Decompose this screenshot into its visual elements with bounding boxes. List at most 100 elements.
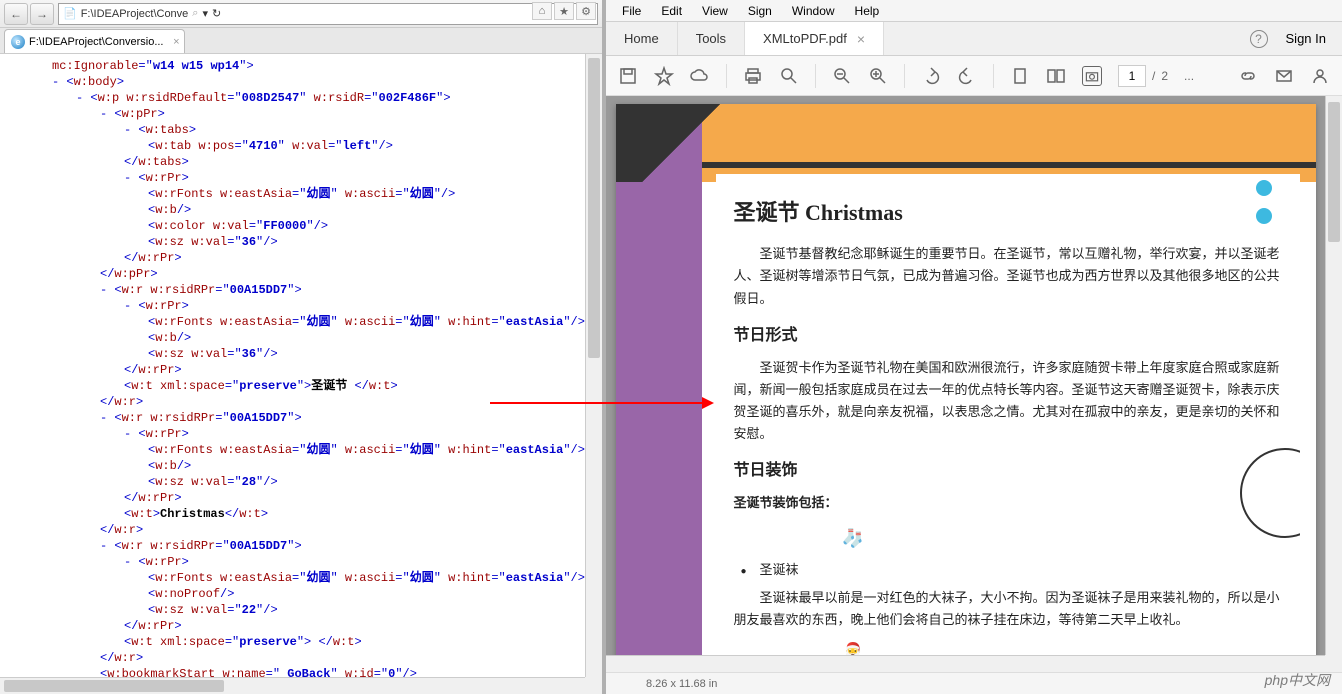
xml-line: - <w:r w:rsidRPr="00A15DD7"> <box>8 538 602 554</box>
star-icon[interactable]: ★ <box>554 2 574 20</box>
camera-icon[interactable] <box>1082 66 1102 86</box>
menu-bar: File Edit View Sign Window Help <box>606 0 1342 22</box>
xml-line: <w:b/> <box>8 458 602 474</box>
cloud-icon[interactable] <box>690 66 710 86</box>
xml-line: <w:sz w:val="36"/> <box>8 346 602 362</box>
back-button[interactable]: ← <box>4 3 28 25</box>
browser-tab[interactable]: e F:\IDEAProject\Conversio... × <box>4 29 185 53</box>
refresh-icon[interactable]: ↻ <box>212 7 221 20</box>
menu-view[interactable]: View <box>694 2 736 20</box>
save-icon[interactable] <box>618 66 638 86</box>
menu-edit[interactable]: Edit <box>653 2 690 20</box>
xml-line: <w:rFonts w:eastAsia="幼圆" w:ascii="幼圆"/> <box>8 186 602 202</box>
menu-window[interactable]: Window <box>784 2 843 20</box>
doc-p1: 圣诞节基督教纪念耶稣诞生的重要节日。在圣诞节，常以互赠礼物，举行欢宴，并以圣诞老… <box>734 243 1282 309</box>
address-bar[interactable]: 📄 F:\IDEAProject\Conve ⌕ ▾ ↻ <box>58 3 598 25</box>
xml-line: <w:tab w:pos="4710" w:val="left"/> <box>8 138 602 154</box>
help-icon[interactable]: ? <box>1250 30 1268 48</box>
xml-line: - <w:rPr> <box>8 170 602 186</box>
xml-line: - <w:body> <box>8 74 602 90</box>
doc-p3: 圣诞袜最早以前是一对红色的大袜子，大小不拘。因为圣诞袜子是用来装礼物的，所以是小… <box>734 587 1282 631</box>
toolbar: / 2 ... <box>606 56 1342 96</box>
addr-divider: ▾ <box>202 7 208 20</box>
gear-icon[interactable]: ⚙ <box>576 2 596 20</box>
scrollbar-thumb[interactable] <box>1328 102 1340 242</box>
tab-tools[interactable]: Tools <box>678 22 745 55</box>
doc-h2b: 节日装饰 <box>734 457 1282 484</box>
xml-line: - <w:rPr> <box>8 554 602 570</box>
xml-line: </w:pPr> <box>8 266 602 282</box>
xml-line: </w:r> <box>8 522 602 538</box>
horizontal-scrollbar[interactable] <box>606 655 1325 672</box>
scrollbar-thumb[interactable] <box>588 58 600 358</box>
xml-line: - <w:tabs> <box>8 122 602 138</box>
xml-line: <w:sz w:val="36"/> <box>8 234 602 250</box>
ie-icon: e <box>11 35 25 49</box>
doc-tab-title: XMLtoPDF.pdf <box>763 31 847 46</box>
forward-button[interactable]: → <box>30 3 54 25</box>
print-icon[interactable] <box>743 66 763 86</box>
xml-line: <w:sz w:val="22"/> <box>8 602 602 618</box>
back-arrow-icon: ← <box>10 7 22 21</box>
sign-in-button[interactable]: Sign In <box>1286 31 1326 46</box>
xml-line: </w:rPr> <box>8 362 602 378</box>
xml-line: <w:rFonts w:eastAsia="幼圆" w:ascii="幼圆" w… <box>8 570 602 586</box>
vertical-scrollbar[interactable] <box>1325 96 1342 655</box>
xml-line: <w:t xml:space="preserve">圣诞节 </w:t> <box>8 378 602 394</box>
page-size: 8.26 x 11.68 in <box>646 678 717 690</box>
annotation-arrow <box>490 402 710 404</box>
star-icon[interactable] <box>654 66 674 86</box>
pdf-page: 圣诞节 Christmas 圣诞节基督教纪念耶稣诞生的重要节日。在圣诞节，常以互… <box>616 104 1316 655</box>
menu-file[interactable]: File <box>614 2 649 20</box>
search-icon[interactable] <box>779 66 799 86</box>
tab-home[interactable]: Home <box>606 22 678 55</box>
xml-line: </w:r> <box>8 650 602 666</box>
zoom-in-icon[interactable] <box>868 66 888 86</box>
xml-line: - <w:p w:rsidRDefault="008D2547" w:rsidR… <box>8 90 602 106</box>
view-dual-icon[interactable] <box>1046 66 1066 86</box>
vertical-scrollbar[interactable] <box>585 54 602 677</box>
page-input[interactable] <box>1118 65 1146 87</box>
xml-line: <w:color w:val="FF0000"/> <box>8 218 602 234</box>
link-icon[interactable] <box>1238 66 1258 86</box>
xml-line: <w:t xml:space="preserve"> </w:t> <box>8 634 602 650</box>
tab-close-icon[interactable]: × <box>173 36 179 48</box>
view-single-icon[interactable] <box>1010 66 1030 86</box>
mail-icon[interactable] <box>1274 66 1294 86</box>
zoom-menu[interactable]: ... <box>1184 69 1194 83</box>
xml-line: - <w:rPr> <box>8 298 602 314</box>
redo-icon[interactable] <box>957 66 977 86</box>
undo-icon[interactable] <box>921 66 941 86</box>
tab-title: F:\IDEAProject\Conversio... <box>29 36 164 48</box>
xml-line: </w:rPr> <box>8 250 602 266</box>
xml-line: <w:noProof/> <box>8 586 602 602</box>
close-icon[interactable]: × <box>857 31 865 47</box>
menu-sign[interactable]: Sign <box>740 2 780 20</box>
address-text: F:\IDEAProject\Conve <box>81 8 189 20</box>
xml-line: <w:b/> <box>8 202 602 218</box>
xml-line: <w:b/> <box>8 330 602 346</box>
zoom-out-icon[interactable] <box>832 66 852 86</box>
scroll-corner <box>585 677 602 694</box>
xml-line: </w:rPr> <box>8 490 602 506</box>
xml-line: mc:Ignorable="w14 w15 wp14"> <box>8 58 602 74</box>
page-sep: / <box>1152 69 1155 83</box>
tab-document[interactable]: XMLtoPDF.pdf × <box>745 22 884 55</box>
forward-arrow-icon: → <box>36 7 48 21</box>
horizontal-scrollbar[interactable] <box>0 677 585 694</box>
xml-line: <w:rFonts w:eastAsia="幼圆" w:ascii="幼圆" w… <box>8 314 602 330</box>
xml-line: - <w:rPr> <box>8 426 602 442</box>
status-bar: 8.26 x 11.68 in <box>606 672 1342 694</box>
page-total: 2 <box>1161 69 1168 83</box>
xml-line: <w:t>Christmas</w:t> <box>8 506 602 522</box>
doc-p2: 圣诞贺卡作为圣诞节礼物在美国和欧洲很流行，许多家庭随贺卡带上年度家庭合照或家庭新… <box>734 357 1282 445</box>
scroll-corner <box>1325 655 1342 672</box>
home-icon[interactable]: ⌂ <box>532 2 552 20</box>
xml-line: </w:rPr> <box>8 618 602 634</box>
profile-icon[interactable] <box>1310 66 1330 86</box>
doc-title: 圣诞节 Christmas <box>734 194 1282 231</box>
doc-h2a: 节日形式 <box>734 322 1282 349</box>
scrollbar-thumb[interactable] <box>4 680 224 692</box>
file-icon: 📄 <box>63 7 77 20</box>
menu-help[interactable]: Help <box>847 2 888 20</box>
